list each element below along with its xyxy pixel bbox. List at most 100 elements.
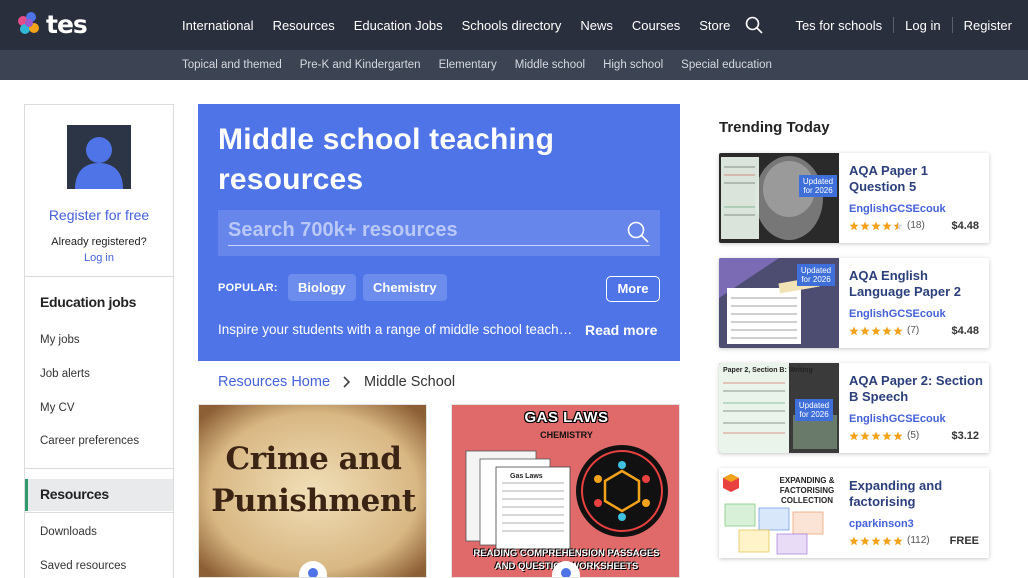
- tes-for-schools-link[interactable]: Tes for schools: [795, 18, 882, 33]
- rating-count: (7): [907, 325, 920, 336]
- trending-item-author[interactable]: cparkinson3: [849, 518, 914, 530]
- star-rating: (18): [849, 220, 925, 231]
- sidebar-item-my-jobs[interactable]: My jobs: [40, 334, 80, 346]
- trending-thumbnail: Updated for 2026: [719, 258, 839, 348]
- popular-pill-chemistry[interactable]: Chemistry: [363, 274, 447, 301]
- nav-news[interactable]: News: [580, 18, 613, 33]
- sidebar-item-downloads[interactable]: Downloads: [40, 526, 97, 538]
- star-icon: [893, 326, 903, 335]
- star-icon: [860, 536, 870, 545]
- page-title: Middle school teaching resources: [218, 123, 555, 196]
- subnav-topical[interactable]: Topical and themed: [182, 59, 282, 71]
- trending-item-title[interactable]: Expanding and factorising: [849, 478, 984, 510]
- nav-store[interactable]: Store: [699, 18, 730, 33]
- star-icon: [882, 536, 892, 545]
- sub-navigation-bar: Topical and themed Pre-K and Kindergarte…: [0, 50, 1028, 80]
- search-input[interactable]: [228, 216, 618, 244]
- popular-pill-biology[interactable]: Biology: [288, 274, 356, 301]
- trending-item[interactable]: Updated for 2026 AQA English Language Pa…: [719, 258, 989, 348]
- nav-resources[interactable]: Resources: [273, 18, 335, 33]
- sidebar-heading-resources[interactable]: Resources: [40, 486, 109, 502]
- star-icon: [860, 221, 870, 230]
- sidebar-item-my-cv[interactable]: My CV: [40, 402, 75, 414]
- star-icon: [882, 221, 892, 230]
- trending-item-title[interactable]: AQA Paper 2: Section B Speech: [849, 373, 984, 405]
- star-icon: [871, 326, 881, 335]
- login-link-top[interactable]: Log in: [905, 18, 940, 33]
- account-nav: Tes for schools Log in Register: [795, 0, 1012, 50]
- search-icon[interactable]: [745, 16, 763, 34]
- star-icon: [882, 326, 892, 335]
- logo-text: tes: [46, 10, 88, 39]
- logo-mark-icon: [16, 12, 42, 38]
- sidebar-item-saved-resources[interactable]: Saved resources: [40, 560, 126, 572]
- subnav-elementary[interactable]: Elementary: [439, 59, 497, 71]
- star-icon: [849, 326, 859, 335]
- popular-label: POPULAR:: [218, 282, 278, 294]
- pin-marker-icon: [299, 561, 327, 577]
- nav-education-jobs[interactable]: Education Jobs: [354, 18, 443, 33]
- more-button[interactable]: More: [606, 276, 660, 302]
- trending-item-title[interactable]: AQA Paper 1 Question 5: [849, 163, 984, 195]
- subnav-prek[interactable]: Pre-K and Kindergarten: [300, 59, 421, 71]
- sidebar-divider: [25, 512, 173, 513]
- sidebar-heading-education-jobs[interactable]: Education jobs: [40, 294, 136, 310]
- trending-thumbnail: Paper 2, Section B: Writing Updated for …: [719, 363, 839, 453]
- card-title-line-1: Crime and: [225, 441, 402, 477]
- register-for-free-link[interactable]: Register for free: [25, 207, 173, 223]
- search-icon[interactable]: [626, 220, 650, 244]
- trending-item[interactable]: Paper 2, Section B: Writing Updated for …: [719, 363, 989, 453]
- nav-separator: [893, 17, 895, 33]
- user-sidebar: Register for free Already registered? Lo…: [24, 104, 174, 578]
- user-silhouette-icon: [75, 137, 123, 189]
- pin-marker-icon: [552, 561, 580, 577]
- card-title-line-2: Punishment: [211, 483, 416, 519]
- tes-logo[interactable]: tes: [16, 10, 88, 40]
- register-link-top[interactable]: Register: [964, 18, 1012, 33]
- hero-description: Inspire your students with a range of mi…: [218, 322, 574, 337]
- sidebar-login-link[interactable]: Log in: [25, 252, 173, 264]
- nav-international[interactable]: International: [182, 18, 254, 33]
- trending-item[interactable]: Updated for 2026 AQA Paper 1 Question 5 …: [719, 153, 989, 243]
- star-icon: [860, 431, 870, 440]
- star-icon: [871, 431, 881, 440]
- read-more-link[interactable]: Read more: [585, 322, 657, 338]
- search-underline: [228, 245, 650, 246]
- price-label: $4.48: [951, 220, 979, 232]
- subnav-high-school[interactable]: High school: [603, 59, 663, 71]
- subnav-special-education[interactable]: Special education: [681, 59, 772, 71]
- price-label: FREE: [949, 535, 979, 547]
- sidebar-item-career-preferences[interactable]: Career preferences: [40, 435, 139, 447]
- resource-card-crime-and-punishment[interactable]: Crime and Punishment: [198, 404, 427, 578]
- worksheet-heading: Gas Laws: [510, 473, 543, 480]
- star-icon: [849, 536, 859, 545]
- nav-schools-directory[interactable]: Schools directory: [462, 18, 562, 33]
- hero-search-box: [218, 210, 660, 256]
- sidebar-item-job-alerts[interactable]: Job alerts: [40, 368, 90, 380]
- trending-item-author[interactable]: EnglishGCSEcouk: [849, 413, 946, 425]
- star-icon: [849, 431, 859, 440]
- star-icon: [860, 326, 870, 335]
- avatar: [67, 125, 131, 189]
- trending-item-author[interactable]: EnglishGCSEcouk: [849, 203, 946, 215]
- star-rating: (7): [849, 325, 919, 336]
- trending-item[interactable]: EXPANDING & FACTORISING COLLECTION Expan…: [719, 468, 989, 558]
- card-title: GAS LAWS: [524, 409, 609, 426]
- star-rating: (112): [849, 535, 930, 546]
- nav-courses[interactable]: Courses: [632, 18, 680, 33]
- breadcrumb-home-link[interactable]: Resources Home: [218, 374, 330, 390]
- star-icon: [893, 536, 903, 545]
- updated-badge: Updated for 2026: [799, 175, 837, 197]
- trending-item-author[interactable]: EnglishGCSEcouk: [849, 308, 946, 320]
- star-icon: [871, 536, 881, 545]
- breadcrumb: Resources Home Middle School: [218, 373, 455, 391]
- star-icon: [849, 221, 859, 230]
- trending-item-title[interactable]: AQA English Language Paper 2: [849, 268, 984, 300]
- subnav-middle-school[interactable]: Middle school: [515, 59, 585, 71]
- star-rating: (5): [849, 430, 919, 441]
- already-registered-text: Already registered?: [51, 236, 147, 248]
- sub-nav: Topical and themed Pre-K and Kindergarte…: [182, 50, 790, 80]
- hero-banner: Middle school teaching resources POPULAR…: [198, 104, 680, 361]
- star-icon: [871, 221, 881, 230]
- resource-card-gas-laws[interactable]: GAS LAWS CHEMISTRY Gas Laws READING COMP…: [451, 404, 680, 578]
